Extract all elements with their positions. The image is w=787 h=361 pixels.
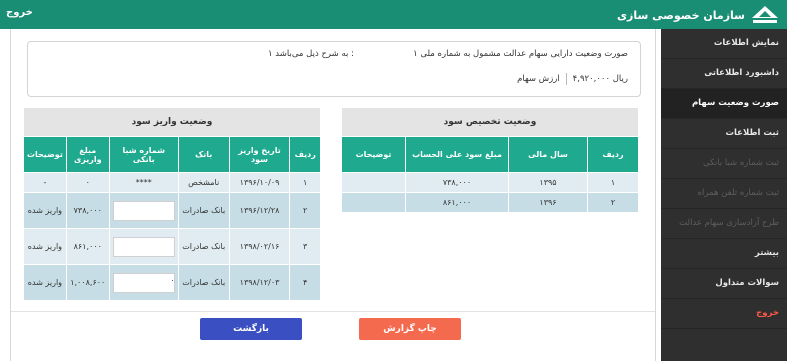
- table-cell: ****: [108, 172, 179, 193]
- table-cell: ۳: [289, 228, 321, 265]
- payout-header-amount: مبلغ واریزی: [65, 136, 110, 173]
- iban-field: [112, 236, 175, 257]
- table-row: ۲ ۱۳۹۶/۱۲/۲۸ بانک صادرات ۷۳۸,۰۰۰ واریز ش…: [23, 192, 321, 229]
- table-cell: واریز شده: [23, 228, 67, 265]
- table-cell: ۷۳۸,۰۰۰: [405, 172, 509, 193]
- table-cell: بانک صادرات: [177, 264, 230, 301]
- allocation-title: وضعیت تخصیص سود: [341, 107, 639, 137]
- sidebar-item-register-iban: ثبت شماره شبا بانکی: [661, 149, 787, 179]
- iban-cell: [108, 228, 179, 265]
- statement-title: صورت وضعیت دارایی سهام عدالت مشمول به شم…: [413, 49, 628, 59]
- print-report-button[interactable]: چاپ گزارش: [359, 318, 461, 340]
- profit-allocation-table: وضعیت تخصیص سود ردیف سال مالی مبلغ سود ع…: [341, 107, 639, 213]
- back-button[interactable]: بازگشت: [200, 318, 302, 340]
- sidebar: نمایش اطلاعات داشبورد اطلاعاتی صورت وضعی…: [661, 29, 787, 361]
- divider: [565, 73, 567, 85]
- sidebar-item-exit[interactable]: خروج: [661, 299, 787, 329]
- brand-logo-icon: [752, 6, 778, 23]
- brand-name: سازمان خصوصی سازی: [616, 8, 745, 22]
- allocation-header-amount: مبلغ سود علی الحساب: [405, 136, 509, 173]
- divider: [11, 311, 655, 312]
- table-row: ۳ ۱۳۹۸/۰۲/۱۶ بانک صادرات ۸۶۱,۰۰۰ واریز ش…: [23, 228, 321, 265]
- table-cell: ۱۳۹۶: [508, 192, 588, 213]
- iban-field: .: [112, 272, 175, 293]
- iban-cell: [108, 192, 179, 229]
- sidebar-item-dashboard[interactable]: داشبورد اطلاعاتی: [661, 59, 787, 89]
- share-value-row: ارزش سهام ۴,۹۲۰,۰۰۰ ریال: [517, 73, 628, 85]
- sidebar-item-register-mobile: ثبت شماره تلفن همراه: [661, 179, 787, 209]
- table-row: ۲ ۱۳۹۶ ۸۶۱,۰۰۰: [341, 192, 639, 213]
- table-cell: ۱: [587, 172, 639, 193]
- sidebar-item-faq[interactable]: سوالات متداول: [661, 269, 787, 299]
- table-cell: ۸۶۱,۰۰۰: [65, 228, 110, 265]
- table-cell: -: [23, 172, 67, 193]
- table-cell: ۱۳۹۸/۱۲/۰۳: [228, 264, 291, 301]
- table-row: ۱ ۱۳۹۵ ۷۳۸,۰۰۰: [341, 172, 639, 193]
- sidebar-item-more[interactable]: بیشتر: [661, 239, 787, 269]
- table-cell: ۴: [289, 264, 321, 301]
- iban-cell: .: [108, 264, 179, 301]
- table-cell: ۸۶۱,۰۰۰: [405, 192, 509, 213]
- table-cell: ۱: [289, 172, 321, 193]
- table-cell: ۱۳۹۶/۱۲/۲۸: [228, 192, 291, 229]
- main-content: صورت وضعیت دارایی سهام عدالت مشمول به شم…: [10, 29, 656, 361]
- sidebar-item-share-statement[interactable]: صورت وضعیت سهام: [661, 89, 787, 119]
- share-value-label: ارزش سهام: [517, 74, 560, 84]
- payout-header-iban: شماره شبا بانکی: [108, 136, 179, 173]
- table-cell: ۱,۰۰۸,۶۰۰: [65, 264, 110, 301]
- brand[interactable]: سازمان خصوصی سازی: [617, 4, 779, 26]
- logout-link[interactable]: خروج: [6, 7, 33, 18]
- statement-info-box: صورت وضعیت دارایی سهام عدالت مشمول به شم…: [27, 41, 641, 97]
- table-cell: واریز شده: [23, 192, 67, 229]
- table-cell: ۰: [65, 172, 110, 193]
- table-cell: ۱۳۹۸/۰۲/۱۶: [228, 228, 291, 265]
- table-cell: ۲: [289, 192, 321, 229]
- allocation-header-row-num: ردیف: [587, 136, 639, 173]
- table-cell: واریز شده: [23, 264, 67, 301]
- payout-header-bank: بانک: [177, 136, 230, 173]
- allocation-header-notes: توضیحات: [341, 136, 406, 173]
- table-cell: بانک صادرات: [177, 192, 230, 229]
- table-cell: [341, 172, 406, 193]
- sidebar-item-liberalization: طرح آزادسازی سهام عدالت: [661, 209, 787, 239]
- table-cell: بانک صادرات: [177, 228, 230, 265]
- allocation-header-year: سال مالی: [508, 136, 588, 173]
- payout-title: وضعیت واریز سود: [23, 107, 321, 137]
- statement-title-tail: ۱ به شرح ذیل می‌باشد :: [268, 49, 354, 59]
- table-row: ۱ ۱۳۹۶/۱۰/۰۹ نامشخص **** ۰ -: [23, 172, 321, 193]
- table-cell: نامشخص: [177, 172, 230, 193]
- table-cell: ۱۳۹۶/۱۰/۰۹: [228, 172, 291, 193]
- table-cell: ۲: [587, 192, 639, 213]
- table-cell: ۱۳۹۵: [508, 172, 588, 193]
- table-row: ۴ ۱۳۹۸/۱۲/۰۳ بانک صادرات . ۱,۰۰۸,۶۰۰ وار…: [23, 264, 321, 301]
- iban-field: [112, 200, 175, 221]
- sidebar-item-register-info[interactable]: ثبت اطلاعات: [661, 119, 787, 149]
- table-cell: ۷۳۸,۰۰۰: [65, 192, 110, 229]
- top-bar: سازمان خصوصی سازی خروج: [0, 0, 787, 29]
- payout-header-notes: توضیحات: [23, 136, 67, 173]
- profit-payout-table: وضعیت واریز سود ردیف تاریخ واریز سود بان…: [23, 107, 321, 301]
- share-value: ۴,۹۲۰,۰۰۰ ریال: [572, 74, 628, 84]
- payout-header-date: تاریخ واریز سود: [228, 136, 291, 173]
- table-cell: [341, 192, 406, 213]
- payout-header-row-num: ردیف: [289, 136, 321, 173]
- sidebar-item-show-info[interactable]: نمایش اطلاعات: [661, 29, 787, 59]
